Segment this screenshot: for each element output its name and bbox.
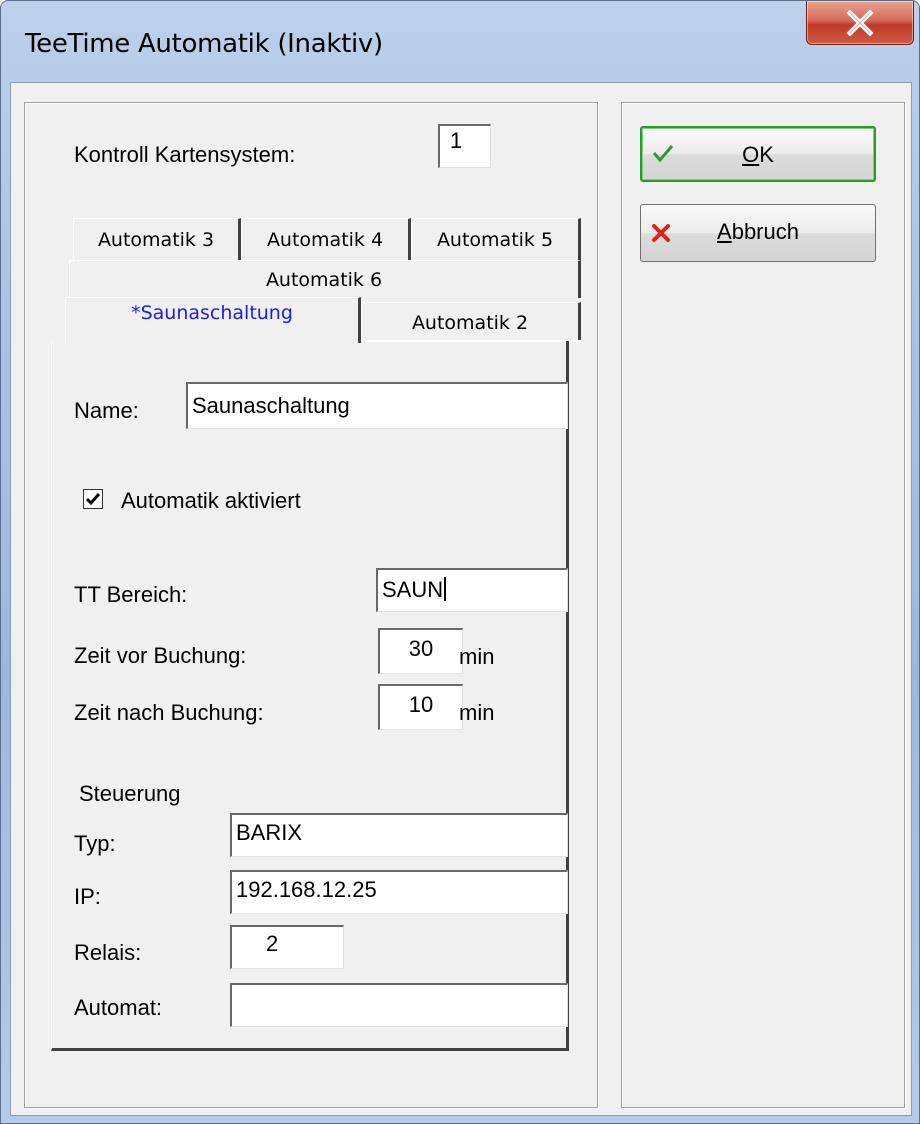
typ-input[interactable]: BARIX <box>230 813 568 857</box>
tt-bereich-value: SAUN <box>382 577 444 602</box>
ip-input[interactable]: 192.168.12.25 <box>230 870 568 914</box>
zeit-vor-label: Zeit vor Buchung: <box>74 643 247 668</box>
zeit-nach-label: Zeit nach Buchung: <box>74 700 264 725</box>
steuerung-label: Steuerung <box>79 781 181 806</box>
automatik-aktiviert-checkbox[interactable] <box>83 489 103 509</box>
tab-automatik-5[interactable]: Automatik 5 <box>411 218 581 260</box>
zeit-nach-input[interactable]: 10 <box>378 684 463 730</box>
ip-label: IP: <box>74 884 101 909</box>
dialog-client: Kontroll Kartensystem: 1 Automatik 3 Aut… <box>10 82 912 1116</box>
typ-label: Typ: <box>74 831 116 856</box>
tt-bereich-input[interactable]: SAUN <box>376 568 568 612</box>
name-input[interactable]: Saunaschaltung <box>186 382 568 429</box>
close-icon <box>846 9 874 36</box>
checkmark-icon <box>85 493 101 506</box>
tab-automatik-6[interactable]: Automatik 6 <box>69 260 581 298</box>
automat-input[interactable] <box>230 983 568 1027</box>
tab-automatik-4[interactable]: Automatik 4 <box>241 218 411 260</box>
text-caret <box>444 577 447 601</box>
name-label: Name: <box>74 398 139 423</box>
relais-label: Relais: <box>74 940 142 965</box>
automatik-aktiviert-label: Automatik aktiviert <box>121 488 301 513</box>
zeit-nach-unit: min <box>459 700 495 725</box>
zeit-vor-unit: min <box>459 644 495 669</box>
cancel-button[interactable]: Abbruch <box>640 204 876 262</box>
kontroll-label: Kontroll Kartensystem: <box>74 142 296 167</box>
cancel-button-label: Abbruch <box>717 219 799 244</box>
window-title: TeeTime Automatik (Inaktiv) <box>25 29 383 59</box>
close-button[interactable] <box>806 1 914 45</box>
tab-automatik-2[interactable]: Automatik 2 <box>361 302 581 342</box>
ok-button[interactable]: OK <box>640 126 876 182</box>
kontroll-input[interactable]: 1 <box>438 124 491 168</box>
tab-saunaschaltung[interactable]: *Saunaschaltung <box>65 297 361 343</box>
ok-button-label: OK <box>742 142 774 167</box>
relais-input[interactable]: 2 <box>230 925 344 969</box>
zeit-vor-input[interactable]: 30 <box>378 628 463 674</box>
tt-bereich-label: TT Bereich: <box>74 582 188 607</box>
automat-label: Automat: <box>74 995 163 1020</box>
window-frame: TeeTime Automatik (Inaktiv) Kontroll Kar… <box>0 0 920 1124</box>
tab-automatik-3[interactable]: Automatik 3 <box>73 218 241 260</box>
